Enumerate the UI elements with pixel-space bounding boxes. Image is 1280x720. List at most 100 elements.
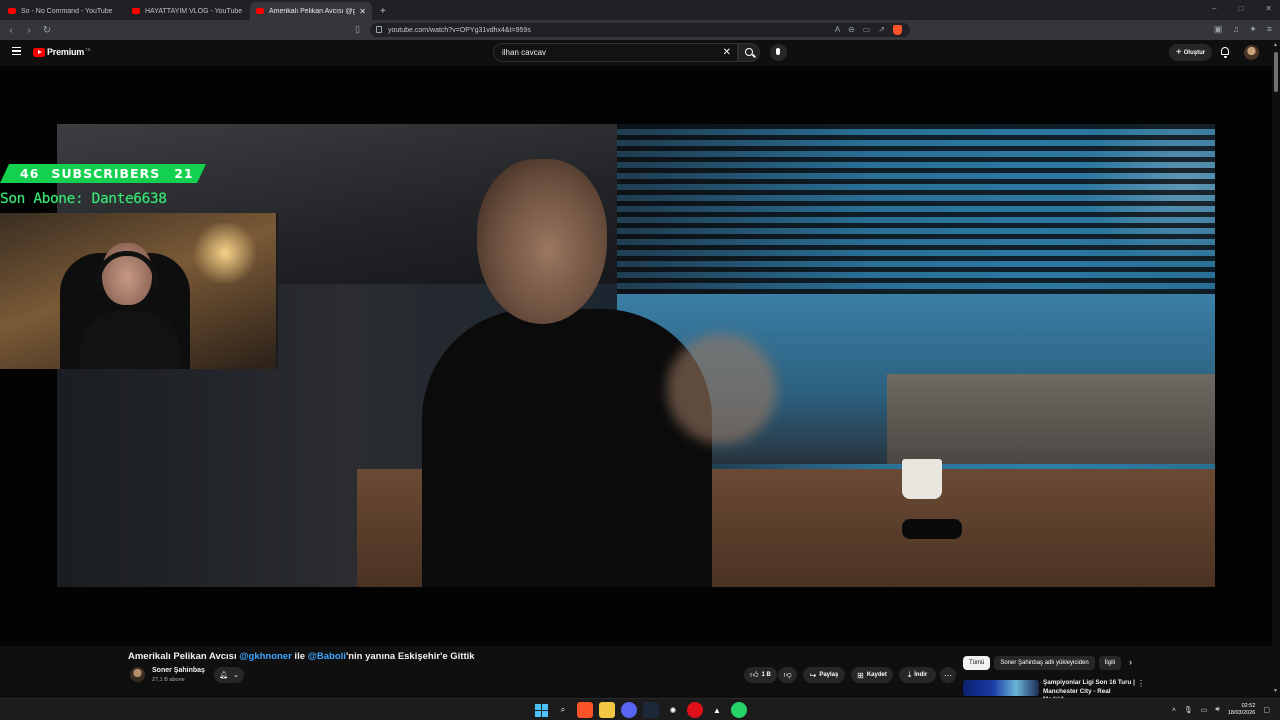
create-button[interactable]: + Oluştur	[1169, 44, 1212, 61]
webcam-streamer	[80, 243, 180, 369]
save-button[interactable]: ⊞ Kaydet	[851, 667, 893, 683]
title-text: ile	[291, 651, 308, 662]
opera-icon[interactable]	[687, 702, 703, 718]
share-button[interactable]: ↪ Paylaş	[803, 667, 845, 683]
extensions-icon[interactable]: ✦	[1249, 24, 1257, 35]
logo-text: Premium	[47, 47, 85, 57]
share-label: Paylaş	[819, 672, 839, 678]
more-vertical-icon[interactable]: ⋮	[1137, 679, 1145, 688]
more-horizontal-icon: ⋯	[944, 670, 952, 680]
plus-icon: +	[1175, 47, 1182, 58]
browser-tab[interactable]: HAYATTAYIM VLOG - YouTube	[126, 2, 248, 20]
chatgpt-icon[interactable]: ✺	[665, 702, 681, 718]
system-tray: ˄ 🎙︎ ▭ 🔊︎ 02:52 18/03/2026 ▢	[1172, 703, 1270, 717]
steam-icon[interactable]	[643, 702, 659, 718]
close-window-icon[interactable]: ✕	[1265, 4, 1272, 13]
browser-tab[interactable]: So - No Command - YouTube	[2, 2, 124, 20]
search-icon[interactable]: ⌕	[555, 702, 571, 718]
translate-icon[interactable]: A	[835, 25, 840, 35]
system-clock[interactable]: 02:52 18/03/2026	[1228, 703, 1256, 717]
download-label: İndir	[914, 672, 928, 678]
browser-tab-strip: So - No Command - YouTube HAYATTAYIM VLO…	[0, 0, 1280, 20]
recommendation-chips: Tümü Soner Şahinbaş adlı yükleyiciden İl…	[963, 656, 1122, 670]
browser-tab-active[interactable]: Amerikalı Pelikan Avcısı @gkhno ✕	[250, 2, 372, 20]
video-scene-sunglasses	[902, 519, 962, 539]
clear-search-icon[interactable]: ✕	[723, 47, 731, 58]
title-text: 'nin yanına Eskişehir'e Gittik	[345, 651, 475, 662]
search-input[interactable]: ilhan cavcav ✕	[493, 43, 738, 62]
address-bar[interactable]: youtube.com/watch?v=OPYg31vdhx4&t=959s A…	[370, 23, 910, 37]
app-icon[interactable]: ▲	[709, 702, 725, 718]
download-button[interactable]: ⤓ İndir	[899, 667, 936, 683]
mention-link[interactable]: @gkhnoner	[239, 651, 292, 662]
file-explorer-icon[interactable]	[599, 702, 615, 718]
thumbs-down-icon: 👎︎	[783, 670, 792, 679]
notifications-icon[interactable]: ▢	[1263, 706, 1270, 714]
search-button[interactable]	[738, 43, 760, 62]
microphone-icon[interactable]: 🎙︎	[1184, 706, 1193, 714]
sidebar-icon[interactable]: ▣	[1214, 24, 1223, 35]
brave-shields-icon[interactable]	[893, 25, 902, 35]
forward-icon[interactable]: ›	[22, 25, 36, 36]
youtube-favicon-icon	[132, 8, 140, 14]
dislike-button[interactable]: 👎︎	[778, 667, 797, 683]
scroll-up-icon[interactable]: ▲	[1273, 42, 1278, 48]
chevron-right-icon[interactable]: ›	[1129, 657, 1132, 667]
recommendation-thumbnail[interactable]	[963, 680, 1039, 696]
like-button[interactable]: 👍︎ 1 B	[744, 667, 777, 683]
search-icon	[745, 48, 753, 56]
bookmark-icon[interactable]: ▯	[355, 24, 360, 35]
window-controls: – □ ✕	[1212, 4, 1272, 13]
network-icon[interactable]: ▭	[1201, 706, 1208, 714]
maximize-icon[interactable]: □	[1238, 4, 1243, 13]
whatsapp-icon[interactable]	[731, 702, 747, 718]
menu-icon[interactable]: ≡	[1267, 24, 1272, 35]
chevron-down-icon: ⌄	[233, 672, 239, 679]
youtube-logo-icon	[33, 47, 45, 57]
channel-name[interactable]: Soner Şahinbaş	[152, 667, 205, 674]
channel-avatar[interactable]	[130, 667, 145, 682]
page-scrollbar[interactable]: ▲ ▼	[1272, 40, 1280, 700]
reload-icon[interactable]: ↻	[40, 25, 54, 36]
share-icon[interactable]: ↗	[878, 25, 885, 35]
chip-from-uploader[interactable]: Soner Şahinbaş adlı yükleyiciden	[994, 656, 1095, 670]
thumbs-up-icon: 👍︎	[750, 670, 759, 679]
video-person-hand	[667, 334, 777, 444]
browser-toolbar: ‹ › ↻ ▯ youtube.com/watch?v=OPYg31vdhx4&…	[0, 20, 1280, 40]
site-info-icon[interactable]	[376, 26, 382, 33]
clock-time: 02:52	[1241, 703, 1256, 709]
notifications-bell-icon[interactable]	[1221, 47, 1229, 58]
zoom-icon[interactable]: ⊖	[848, 25, 855, 35]
latest-subscriber-text: Son Abone: Dante6638	[0, 191, 167, 207]
chip-related[interactable]: İlgili	[1098, 656, 1122, 670]
discord-icon[interactable]	[621, 702, 637, 718]
subscriber-label: SUBSCRIBERS	[51, 166, 161, 181]
voice-search-icon[interactable]	[770, 44, 787, 61]
youtube-favicon-icon	[256, 8, 264, 14]
back-icon[interactable]: ‹	[4, 25, 18, 36]
minimize-icon[interactable]: –	[1212, 4, 1216, 13]
subscriber-goal-banner: 46 SUBSCRIBERS 21	[0, 164, 206, 183]
scrollbar-thumb[interactable]	[1274, 52, 1278, 92]
scroll-down-icon[interactable]: ▼	[1273, 688, 1278, 694]
chevron-up-icon[interactable]: ˄	[1172, 707, 1176, 714]
hamburger-menu-icon[interactable]	[12, 47, 21, 55]
video-scene-blinds	[617, 124, 1215, 294]
chip-all[interactable]: Tümü	[963, 656, 991, 670]
youtube-premium-logo[interactable]: Premium TR	[33, 47, 90, 57]
account-avatar[interactable]	[1244, 45, 1259, 60]
volume-icon[interactable]: 🔊︎	[1215, 706, 1219, 714]
new-tab-icon[interactable]: +	[380, 6, 386, 20]
address-url: youtube.com/watch?v=OPYg31vdhx4&t=959s	[388, 26, 531, 34]
streamer-body	[80, 311, 180, 369]
brave-browser-icon[interactable]	[577, 702, 593, 718]
media-icon[interactable]: ♫	[1232, 24, 1239, 35]
more-actions-button[interactable]: ⋯	[940, 667, 956, 683]
windows-start-icon[interactable]	[533, 702, 549, 718]
subscription-bell-button[interactable]: 🔔︎ ⌄	[214, 667, 244, 683]
cast-icon[interactable]: ▭	[863, 25, 871, 35]
close-tab-icon[interactable]: ✕	[359, 7, 366, 16]
save-label: Kaydet	[866, 672, 887, 678]
webcam-lamp-glow	[190, 223, 260, 283]
mention-link[interactable]: @Baboli	[308, 651, 346, 662]
